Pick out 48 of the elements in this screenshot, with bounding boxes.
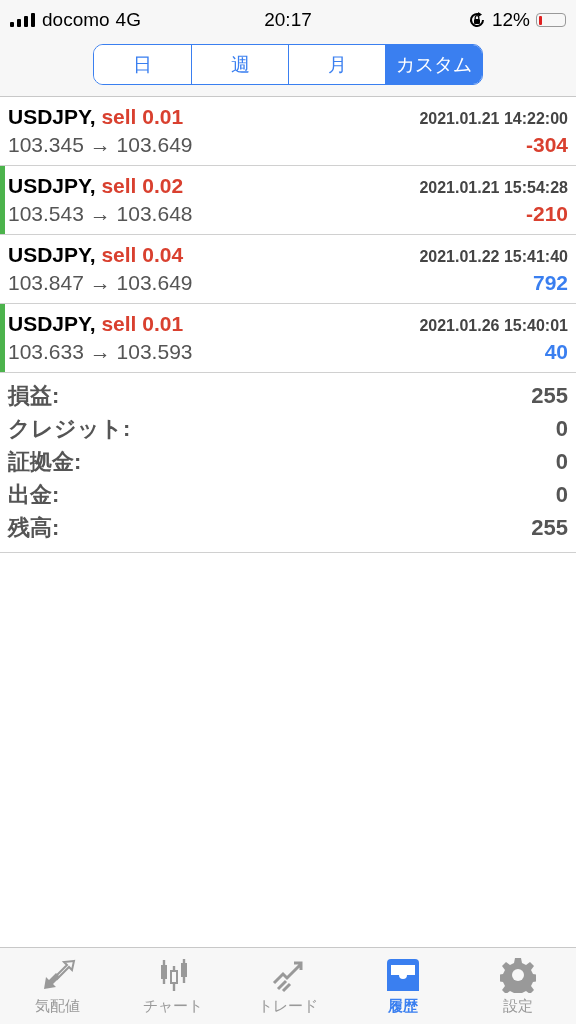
trade-profit: 792 [532,271,568,295]
summary-value: 255 [531,514,568,541]
trade-time: 2021.01.21 14:22:00 [419,110,568,128]
trade-row[interactable]: USDJPY, sell 0.02 2021.01.21 15:54:28 103.543 → 103.648 -210 [0,166,576,235]
summary-label: 損益: [8,381,60,410]
trade-row[interactable]: USDJPY, sell 0.01 2021.01.21 14:22:00 103.345 → 103.649 -304 [0,97,576,166]
trade-prices: 103.345 → 103.649 [8,133,193,157]
inbox-icon [385,956,422,993]
trade-prices: 103.543 → 103.648 [8,202,193,226]
network-type: 4G [115,9,141,31]
trade-title: USDJPY, sell 0.04 [8,243,184,267]
trade-prices: 103.847 → 103.649 [8,271,193,295]
summary-value: 0 [555,481,568,508]
period-tab[interactable]: カスタム [385,45,482,84]
summary-label: 出金: [8,480,60,509]
summary-label: 証拠金: [8,447,82,476]
tab-bar-item[interactable]: チャート [115,948,231,1024]
summary-value: 0 [555,448,568,475]
summary-value: 0 [555,415,568,442]
trade-time: 2021.01.26 15:40:01 [419,317,568,335]
carrier-name: docomo [42,9,110,31]
period-tab[interactable]: 週 [191,45,288,84]
summary-label: 残高: [8,513,60,542]
battery-icon [536,13,566,27]
trade-prices: 103.633 → 103.593 [8,340,193,364]
trade-profit: -210 [525,202,568,226]
rotation-lock-icon [468,11,486,29]
trade-profit: 40 [544,340,568,364]
trade-profit: -304 [525,133,568,157]
trade-title: USDJPY, sell 0.02 [8,174,184,198]
settings-icon [500,956,537,993]
tab-bar-item[interactable]: 設定 [460,948,576,1024]
summary-label: クレジット: [8,414,131,443]
battery-percent: 12% [492,9,530,31]
trade-title: USDJPY, sell 0.01 [8,105,184,129]
trade-row[interactable]: USDJPY, sell 0.04 2021.01.22 15:41:40 103.847 → 103.649 792 [0,235,576,304]
tab-bar-item[interactable]: トレード [230,948,346,1024]
tab-bar-item[interactable]: 履歴 [345,948,461,1024]
trade-time: 2021.01.21 15:54:28 [419,179,568,197]
tab-bar-item[interactable]: 気配値 [0,948,116,1024]
signal-icon [10,13,36,27]
summary-value: 255 [531,382,568,409]
clock: 20:17 [264,9,312,31]
trade-time: 2021.01.22 15:41:40 [419,248,568,266]
trade-title: USDJPY, sell 0.01 [8,312,184,336]
period-tab[interactable]: 日 [94,45,191,84]
period-tab[interactable]: 月 [288,45,385,84]
trade-row[interactable]: USDJPY, sell 0.01 2021.01.26 15:40:01 103.633 → 103.593 40 [0,304,576,373]
